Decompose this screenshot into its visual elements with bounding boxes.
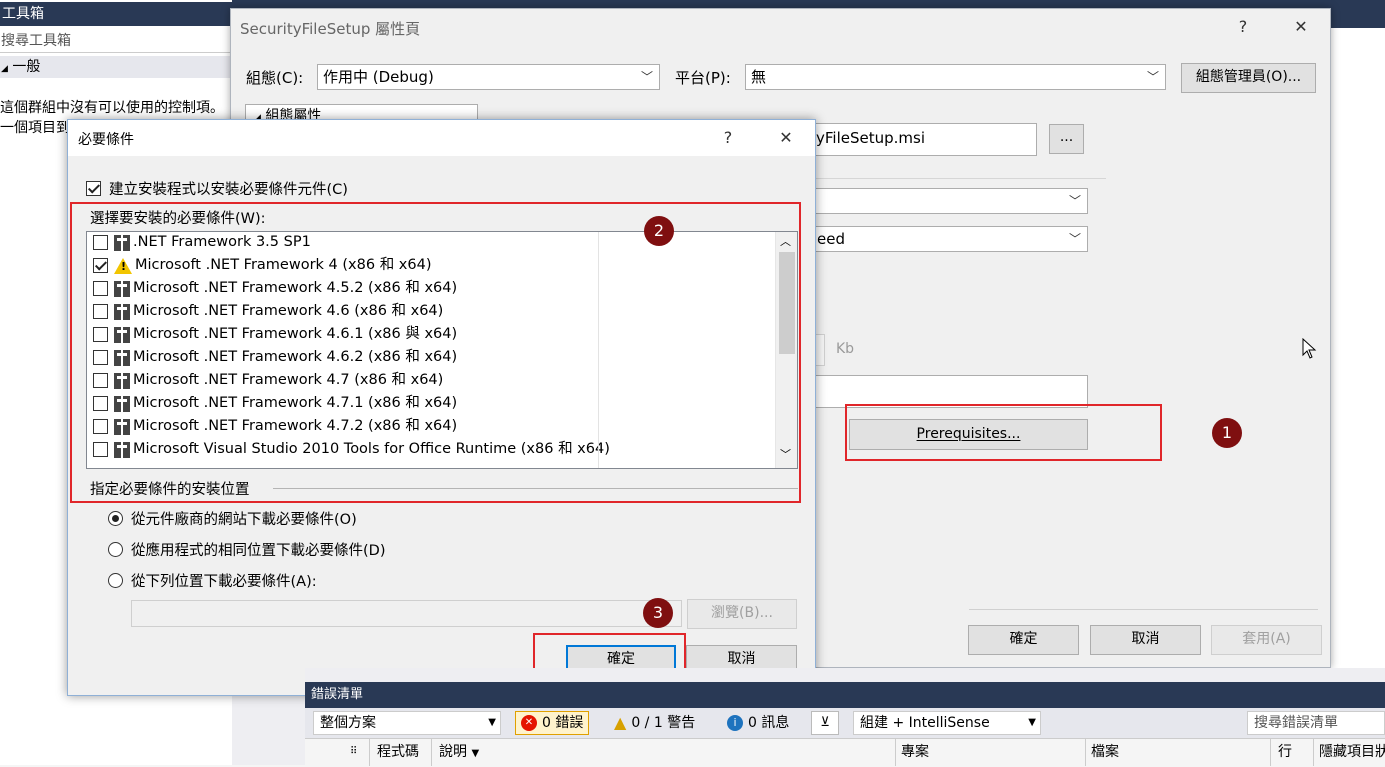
annotation-marker-2: 2 [644, 216, 674, 246]
column-description[interactable]: 說明 ▼ [439, 739, 479, 765]
messages-filter-button[interactable]: i 0 訊息 [723, 711, 793, 735]
radio-vendor-label: 從元件廠商的網站下載必要條件(O) [131, 512, 357, 528]
toolbox-title: 工具箱 [0, 2, 232, 26]
close-button[interactable]: ✕ [1286, 13, 1316, 41]
create-setup-label: 建立安裝程式以安裝必要條件元件(C) [109, 182, 348, 198]
platform-combo[interactable]: 無 ﹀ [745, 64, 1166, 90]
dialog-titlebar: 必要條件 ? ✕ [68, 120, 815, 156]
annotation-box-1 [845, 404, 1162, 461]
radio-custom-label: 從下列位置下載必要條件(A): [131, 574, 317, 590]
annotation-box-2 [70, 202, 801, 503]
column-separator [431, 739, 432, 766]
build-filter-dropdown[interactable]: 組建 + IntelliSense ▼ [853, 711, 1041, 735]
column-sort-icon: ⠿ [350, 746, 358, 757]
radio-custom-location[interactable]: 從下列位置下載必要條件(A): [108, 570, 317, 591]
toolbox-group-general[interactable]: ◢ 一般 [0, 56, 232, 78]
help-button[interactable]: ? [713, 124, 743, 152]
errors-filter-button[interactable]: ✕ 0 錯誤 [515, 711, 590, 735]
dropdown-arrow-icon: ▼ [1028, 717, 1036, 728]
config-manager-button[interactable]: 組態管理員(O)... [1181, 63, 1316, 93]
config-value: 作用中 (Debug) [323, 68, 434, 86]
warnings-filter-button[interactable]: ▲ 0 / 1 警告 [610, 711, 699, 735]
separator [811, 178, 1106, 179]
chevron-down-icon: ﹀ [1068, 232, 1081, 246]
size-unit-label: Kb [836, 341, 855, 357]
create-setup-checkbox[interactable]: 建立安裝程式以安裝必要條件元件(C) [86, 178, 348, 199]
scope-value: 整個方案 [320, 715, 376, 731]
config-label: 組態(C): [246, 69, 304, 87]
toolbox-empty-message-2: 一個項目到 [0, 120, 70, 136]
info-icon: i [727, 715, 743, 731]
cancel-button[interactable]: 取消 [1090, 625, 1201, 655]
platform-label: 平台(P): [675, 69, 731, 87]
error-list-toolbar: 整個方案 ▼ ✕ 0 錯誤 ▲ 0 / 1 警告 i 0 訊息 ⊻ 組建 + I… [305, 708, 1385, 738]
toolbox-group-label: 一般 [12, 59, 41, 75]
column-separator [1270, 739, 1271, 766]
build-filter-value: 組建 + IntelliSense [860, 715, 990, 731]
errors-count: 0 錯誤 [542, 715, 584, 731]
option-combo-2[interactable]: eed ﹀ [811, 226, 1088, 252]
help-button[interactable]: ? [1228, 13, 1258, 41]
column-separator [369, 739, 370, 766]
radio-vendor-site[interactable]: 從元件廠商的網站下載必要條件(O) [108, 508, 357, 529]
toolbox-search-input[interactable]: 搜尋工具箱 [0, 29, 232, 53]
column-suppression[interactable]: 隱藏項目狀 [1319, 739, 1385, 765]
radio-same-location[interactable]: 從應用程式的相同位置下載必要條件(D) [108, 539, 385, 560]
platform-value: 無 [751, 68, 767, 86]
separator-bottom [969, 609, 1318, 610]
annotation-marker-3: 3 [643, 598, 673, 628]
config-combo[interactable]: 作用中 (Debug) ﹀ [317, 64, 660, 90]
checkbox [86, 181, 101, 196]
error-search-input[interactable]: 搜尋錯誤清單 [1247, 711, 1385, 735]
column-description-label: 說明 [439, 744, 467, 760]
apply-button[interactable]: 套用(A) [1211, 625, 1322, 655]
sort-arrow-icon: ▼ [471, 748, 480, 759]
radio-button [108, 511, 123, 526]
filter-clear-icon: ⊻ [820, 715, 830, 730]
filter-icon[interactable]: ⊻ [811, 711, 839, 735]
column-line[interactable]: 行 [1278, 739, 1292, 765]
error-list-title: 錯誤清單 [305, 682, 1385, 708]
option-combo-2-value: eed [817, 230, 845, 248]
error-list-columns: ⠿ 程式碼 說明 ▼ 專案 檔案 行 隱藏項目狀 [305, 738, 1385, 766]
dropdown-arrow-icon: ▼ [488, 717, 496, 728]
warning-icon: ▲ [614, 713, 627, 732]
warnings-count: 0 / 1 警告 [631, 715, 696, 731]
scope-dropdown[interactable]: 整個方案 ▼ [313, 711, 501, 735]
radio-button [108, 542, 123, 557]
collapse-triangle-icon: ◢ [1, 64, 8, 74]
column-code[interactable]: 程式碼 [377, 739, 419, 765]
option-combo-1[interactable]: ﹀ [811, 188, 1088, 214]
editor-area [1330, 28, 1385, 668]
column-separator [1085, 739, 1086, 766]
dialog-title: 必要條件 [78, 132, 134, 148]
chevron-down-icon: ﹀ [1068, 194, 1081, 208]
chevron-down-icon: ﹀ [640, 70, 653, 84]
mouse-cursor-icon [1302, 338, 1317, 359]
radio-button [108, 573, 123, 588]
radio-same-label: 從應用程式的相同位置下載必要條件(D) [131, 543, 386, 559]
output-browse-button[interactable]: ... [1049, 124, 1084, 154]
column-separator [1313, 739, 1314, 766]
close-button[interactable]: ✕ [771, 124, 801, 152]
error-icon: ✕ [521, 715, 537, 731]
column-project[interactable]: 專案 [901, 739, 929, 765]
column-separator [895, 739, 896, 766]
column-file[interactable]: 檔案 [1091, 739, 1119, 765]
output-file-input[interactable]: yFileSetup.msi [811, 123, 1037, 156]
annotation-marker-1: 1 [1212, 418, 1242, 448]
chevron-down-icon: ﹀ [1146, 70, 1159, 84]
custom-location-input[interactable] [131, 600, 682, 627]
dialog-title: SecurityFileSetup 屬性頁 [240, 20, 421, 38]
messages-count: 0 訊息 [748, 715, 790, 731]
error-list-panel: 錯誤清單 整個方案 ▼ ✕ 0 錯誤 ▲ 0 / 1 警告 i 0 訊息 ⊻ 組… [305, 668, 1385, 766]
prerequisites-dialog: 必要條件 ? ✕ 建立安裝程式以安裝必要條件元件(C) 選擇要安裝的必要條件(W… [67, 119, 816, 696]
browse-location-button[interactable]: 瀏覽(B)... [687, 599, 797, 629]
ok-button[interactable]: 確定 [968, 625, 1079, 655]
toolbox-empty-message: 這個群組中沒有可以使用的控制項。 [0, 100, 224, 116]
